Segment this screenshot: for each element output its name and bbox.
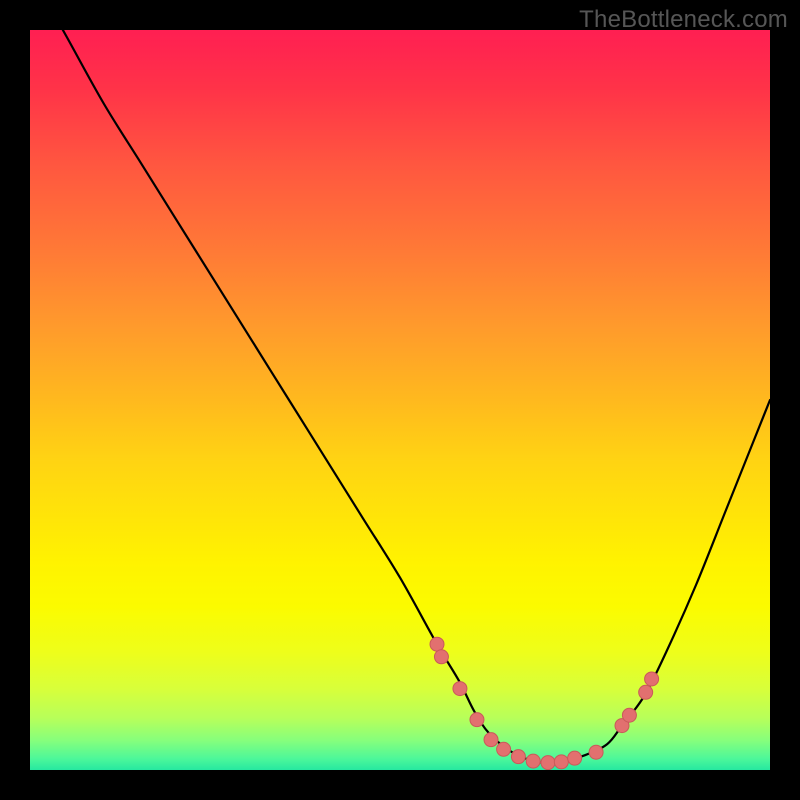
chart-frame: TheBottleneck.com bbox=[0, 0, 800, 800]
data-dot bbox=[484, 733, 498, 747]
data-dots-group bbox=[430, 637, 659, 769]
data-dot bbox=[541, 756, 555, 770]
data-dot bbox=[453, 682, 467, 696]
data-dot bbox=[511, 750, 525, 764]
data-dot bbox=[434, 650, 448, 664]
data-dot bbox=[589, 745, 603, 759]
chart-svg bbox=[30, 30, 770, 770]
data-dot bbox=[430, 637, 444, 651]
data-dot bbox=[645, 672, 659, 686]
data-dot bbox=[639, 685, 653, 699]
data-dot bbox=[497, 742, 511, 756]
data-dot bbox=[526, 754, 540, 768]
data-dot bbox=[470, 713, 484, 727]
data-dot bbox=[554, 755, 568, 769]
data-dot bbox=[568, 751, 582, 765]
bottleneck-curve bbox=[30, 30, 770, 763]
data-dot bbox=[622, 708, 636, 722]
plot-area bbox=[30, 30, 770, 770]
